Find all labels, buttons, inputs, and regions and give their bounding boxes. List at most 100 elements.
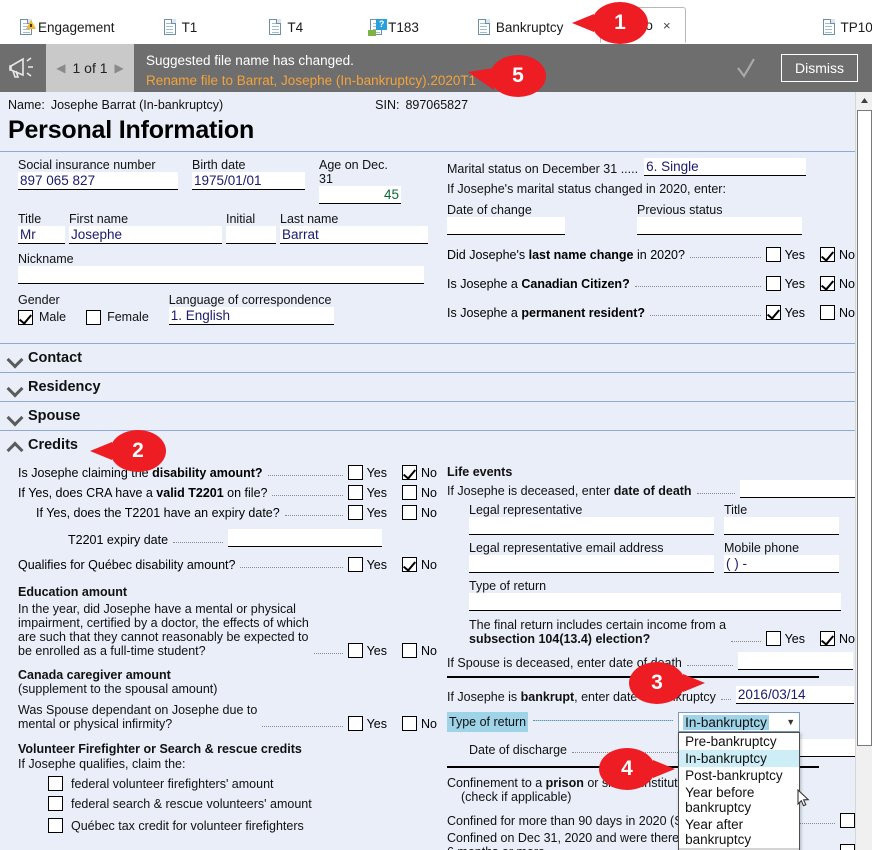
t2201-expiry-date-input[interactable] bbox=[228, 529, 383, 547]
chevron-down-icon[interactable]: ▼ bbox=[786, 717, 795, 727]
legal-rep-email-input[interactable] bbox=[469, 555, 714, 573]
yes-label: Yes bbox=[366, 465, 388, 480]
vertical-scrollbar[interactable] bbox=[855, 92, 872, 850]
date-of-discharge-label: Date of discharge bbox=[469, 743, 567, 757]
no-label: No bbox=[421, 465, 437, 480]
question-t2201-expiry: If Yes, does the T2201 have an expiry da… bbox=[18, 505, 437, 520]
q-t2201-expiry-no-checkbox[interactable] bbox=[402, 505, 418, 520]
dismiss-button[interactable]: Dismiss bbox=[781, 54, 858, 82]
tab-t1[interactable]: T1 bbox=[152, 11, 213, 43]
legal-rep-title-group: Title bbox=[724, 503, 839, 535]
volunteer-quebec-checkbox[interactable] bbox=[48, 818, 63, 833]
age-field-group: Age on Dec. 31 45 bbox=[319, 158, 401, 204]
marital-status-input[interactable]: 6. Single bbox=[644, 158, 807, 176]
mobile-phone-input[interactable]: ( ) - bbox=[724, 555, 839, 573]
legal-representative-input[interactable] bbox=[469, 517, 714, 535]
q-t2201-yes-checkbox[interactable] bbox=[347, 485, 363, 500]
dropdown-option-list: Pre-bankruptcy In-bankruptcy Post-bankru… bbox=[678, 732, 810, 850]
confined-dec31-checkbox[interactable] bbox=[840, 844, 855, 850]
bankruptcy-date-input[interactable]: 2016/03/14 bbox=[735, 686, 854, 704]
dropdown-option-year-before-bankruptcy[interactable]: Year before bankruptcy bbox=[679, 784, 799, 816]
date-of-death-input[interactable] bbox=[740, 480, 855, 498]
q-resident-yes-checkbox[interactable] bbox=[765, 305, 781, 320]
next-notification-icon[interactable]: ▶ bbox=[115, 61, 124, 75]
sin-input[interactable]: 897 065 827 bbox=[18, 172, 178, 190]
gender-male-checkbox[interactable] bbox=[18, 309, 33, 325]
final-return-no-checkbox[interactable] bbox=[820, 631, 836, 646]
date-of-change-input[interactable] bbox=[447, 217, 565, 235]
q-quebec-no-checkbox[interactable] bbox=[402, 557, 418, 572]
sidebar-section-contact[interactable]: Contact bbox=[0, 343, 855, 372]
callout-marker-5: 5 bbox=[468, 55, 546, 97]
q-disability-bold: disability amount? bbox=[152, 466, 263, 480]
volunteer-search-rescue-checkbox[interactable] bbox=[48, 796, 63, 811]
confined-90-days-checkbox[interactable] bbox=[840, 813, 855, 828]
question-canadian-citizen: Is Josephe a Canadian Citizen? Yes No bbox=[447, 276, 855, 291]
leader-dots bbox=[696, 493, 735, 494]
q-t2201-expiry-yes-checkbox[interactable] bbox=[347, 505, 363, 520]
close-icon[interactable]: × bbox=[663, 18, 671, 33]
dropdown-closed-display[interactable]: In-bankruptcy ▼ bbox=[678, 712, 801, 732]
q-lastname-yes-checkbox[interactable] bbox=[765, 247, 781, 262]
bankrupt-pre: If Josephe is bbox=[447, 690, 521, 704]
dropdown-option-year-after-bankruptcy[interactable]: Year after bankruptcy bbox=[679, 816, 799, 848]
banner-message-primary: Suggested file name has changed. bbox=[146, 52, 354, 68]
dropdown-option-post-bankruptcy[interactable]: Post-bankruptcy bbox=[679, 767, 799, 784]
accept-rename-button[interactable] bbox=[725, 44, 767, 92]
no-label: No bbox=[839, 276, 855, 291]
tab-bankruptcy[interactable]: Bankruptcy bbox=[466, 11, 579, 43]
q-disability-no-checkbox[interactable] bbox=[402, 465, 418, 480]
spouse-date-of-death-input[interactable] bbox=[737, 652, 853, 670]
first-name-input[interactable]: Josephe bbox=[69, 226, 222, 244]
title-input[interactable]: Mr bbox=[18, 226, 65, 244]
education-no-checkbox[interactable] bbox=[402, 643, 418, 658]
birth-date-field-group: Birth date 1975/01/01 bbox=[192, 158, 305, 204]
q-quebec-yes-checkbox[interactable] bbox=[347, 557, 363, 572]
checkmark-icon bbox=[737, 58, 755, 78]
q-disability-yes-checkbox[interactable] bbox=[347, 465, 363, 480]
q-citizen-no-checkbox[interactable] bbox=[820, 276, 836, 291]
caregiver-no-checkbox[interactable] bbox=[402, 716, 418, 731]
education-yes-checkbox[interactable] bbox=[347, 643, 363, 658]
type-of-return-input[interactable] bbox=[469, 593, 841, 611]
nickname-input[interactable] bbox=[18, 266, 424, 284]
type-of-return-dropdown[interactable]: In-bankruptcy ▼ Pre-bankruptcy In-bankru… bbox=[678, 712, 810, 850]
language-input[interactable]: 1. English bbox=[168, 307, 334, 325]
q-citizen-yes-checkbox[interactable] bbox=[765, 276, 781, 291]
final-return-yes-checkbox[interactable] bbox=[765, 631, 781, 646]
no-label: No bbox=[421, 485, 437, 500]
scrollbar-thumb[interactable] bbox=[857, 110, 872, 746]
nickname-field-group: Nickname bbox=[18, 252, 424, 284]
tab-engagement[interactable]: Engagement bbox=[8, 11, 130, 43]
legal-rep-title-input[interactable] bbox=[724, 517, 839, 535]
dropdown-option-in-bankruptcy[interactable]: In-bankruptcy bbox=[679, 750, 800, 767]
initial-input[interactable] bbox=[226, 226, 276, 244]
mobile-phone-group: Mobile phone ( ) - bbox=[724, 541, 839, 573]
death-bold: date of death bbox=[613, 484, 692, 498]
volunteer-firefighter-checkbox[interactable] bbox=[48, 776, 63, 791]
tab-t183[interactable]: ? T183 bbox=[358, 11, 434, 43]
tab-tp1000[interactable]: TP1000 bbox=[811, 11, 872, 43]
education-line-2: impairment, certified by a doctor, the e… bbox=[18, 616, 309, 630]
gender-male-label: Male bbox=[39, 310, 67, 324]
caregiver-yes-checkbox[interactable] bbox=[347, 716, 363, 731]
education-line-4: be enrolled as a full-time student? bbox=[18, 644, 206, 658]
sidebar-section-residency[interactable]: Residency bbox=[0, 372, 855, 401]
dropdown-option-pre-bankruptcy[interactable]: Pre-bankruptcy bbox=[679, 733, 799, 750]
sidebar-section-spouse[interactable]: Spouse bbox=[0, 401, 855, 430]
caregiver-line-1: Was Spouse dependant on Josephe due to bbox=[18, 703, 258, 717]
tab-t4[interactable]: T4 bbox=[257, 11, 318, 43]
banner-message-action[interactable]: Rename file to Barrat, Josephe (In-bankr… bbox=[146, 71, 725, 91]
q-lastname-pre: Did Josephe's bbox=[447, 248, 529, 262]
final-return-line1: The final return includes certain income… bbox=[469, 618, 727, 632]
scroll-up-button[interactable] bbox=[856, 92, 872, 109]
birth-date-input[interactable]: 1975/01/01 bbox=[192, 172, 305, 190]
q-resident-no-checkbox[interactable] bbox=[820, 305, 836, 320]
final-return-line2: subsection 104(13.4) election? bbox=[469, 632, 651, 646]
last-name-input[interactable]: Barrat bbox=[280, 226, 428, 244]
prev-notification-icon[interactable]: ◀ bbox=[56, 61, 65, 75]
q-t2201-no-checkbox[interactable] bbox=[402, 485, 418, 500]
q-lastname-no-checkbox[interactable] bbox=[820, 247, 836, 262]
gender-female-checkbox[interactable] bbox=[86, 309, 102, 325]
previous-status-input[interactable] bbox=[637, 217, 802, 235]
